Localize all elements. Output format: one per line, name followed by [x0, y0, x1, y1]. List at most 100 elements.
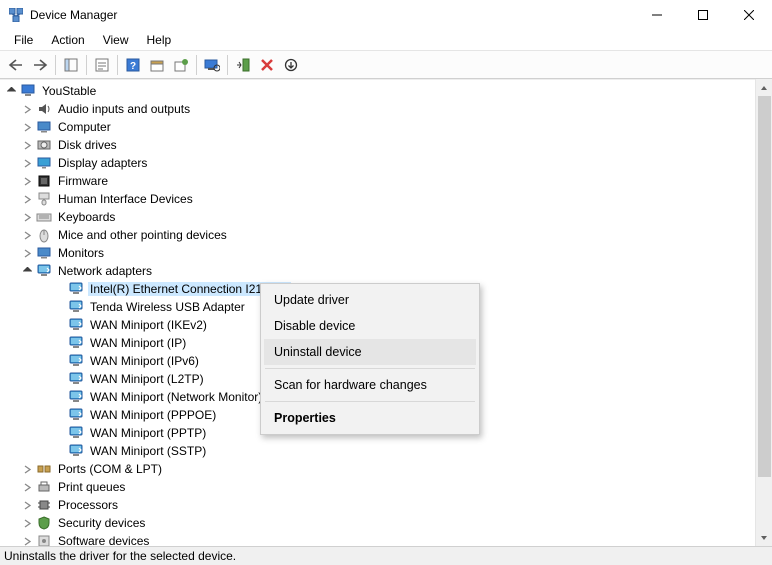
context-menu: Update driverDisable deviceUninstall dev… [260, 283, 480, 435]
network-adapter-icon [68, 353, 84, 369]
tree-category[interactable]: Display adapters [4, 154, 772, 172]
properties-button[interactable] [90, 54, 114, 76]
tree-category[interactable]: Print queues [4, 478, 772, 496]
svg-text:?: ? [130, 61, 136, 72]
tree-root[interactable]: YouStable [4, 82, 772, 100]
scroll-up-button[interactable] [756, 79, 772, 96]
tree-category-label: Computer [56, 120, 113, 134]
status-text: Uninstalls the driver for the selected d… [4, 549, 236, 563]
tree-category-label: Security devices [56, 516, 147, 530]
tree-device-label: WAN Miniport (IP) [88, 336, 188, 350]
forward-button[interactable] [28, 54, 52, 76]
tree-category[interactable]: Human Interface Devices [4, 190, 772, 208]
menu-bar: File Action View Help [0, 30, 772, 50]
chevron-right-icon[interactable] [20, 156, 34, 170]
scroll-thumb[interactable] [758, 96, 771, 477]
tree-category-label: Network adapters [56, 264, 154, 278]
tree-category[interactable]: Network adapters [4, 262, 772, 280]
monitor-icon [36, 245, 52, 261]
titlebar: Device Manager [0, 0, 772, 30]
help-button[interactable]: ? [121, 54, 145, 76]
status-bar: Uninstalls the driver for the selected d… [0, 546, 772, 565]
back-button[interactable] [4, 54, 28, 76]
network-adapter-icon [68, 425, 84, 441]
chevron-right-icon[interactable] [20, 102, 34, 116]
chevron-right-icon[interactable] [20, 246, 34, 260]
chevron-right-icon[interactable] [20, 192, 34, 206]
tree-device-label: WAN Miniport (SSTP) [88, 444, 208, 458]
window-controls [634, 0, 772, 30]
tree-category-label: Disk drives [56, 138, 119, 152]
tree-category[interactable]: Disk drives [4, 136, 772, 154]
context-menu-separator [265, 368, 475, 369]
software-icon [36, 533, 52, 546]
tree-category-label: Print queues [56, 480, 127, 494]
vertical-scrollbar[interactable] [755, 79, 772, 546]
chevron-right-icon[interactable] [20, 480, 34, 494]
tree-category-label: Software devices [56, 534, 151, 546]
tree-category[interactable]: Ports (COM & LPT) [4, 460, 772, 478]
chevron-right-icon[interactable] [20, 462, 34, 476]
uninstall-device-button[interactable] [255, 54, 279, 76]
action-button[interactable] [145, 54, 169, 76]
display-icon [36, 155, 52, 171]
tree-category[interactable]: Software devices [4, 532, 772, 546]
disable-device-button[interactable] [279, 54, 303, 76]
context-menu-item[interactable]: Update driver [264, 287, 476, 313]
close-button[interactable] [726, 0, 772, 30]
tree-device-label: WAN Miniport (IPv6) [88, 354, 201, 368]
tree-category[interactable]: Mice and other pointing devices [4, 226, 772, 244]
menu-help[interactable]: Help [139, 31, 180, 49]
show-hide-tree-button[interactable] [59, 54, 83, 76]
chevron-right-icon[interactable] [20, 138, 34, 152]
tree-category[interactable]: Audio inputs and outputs [4, 100, 772, 118]
scroll-down-button[interactable] [756, 529, 772, 546]
chevron-right-icon[interactable] [20, 534, 34, 546]
context-menu-item[interactable]: Disable device [264, 313, 476, 339]
scroll-track[interactable] [756, 96, 772, 529]
toolbar: ? [0, 51, 772, 79]
maximize-button[interactable] [680, 0, 726, 30]
context-menu-item[interactable]: Scan for hardware changes [264, 372, 476, 398]
minimize-button[interactable] [634, 0, 680, 30]
computer-icon [20, 83, 36, 99]
tree-device-label: Tenda Wireless USB Adapter [88, 300, 247, 314]
menu-view[interactable]: View [95, 31, 137, 49]
enable-device-button[interactable] [231, 54, 255, 76]
chevron-right-icon[interactable] [20, 174, 34, 188]
chevron-right-icon[interactable] [20, 228, 34, 242]
menu-file[interactable]: File [6, 31, 41, 49]
network-adapter-icon [68, 335, 84, 351]
tree-root-label: YouStable [40, 84, 98, 98]
tree-device[interactable]: WAN Miniport (SSTP) [4, 442, 772, 460]
tree-category[interactable]: Security devices [4, 514, 772, 532]
chevron-right-icon[interactable] [20, 210, 34, 224]
tree-category-label: Display adapters [56, 156, 149, 170]
cpu-icon [36, 497, 52, 513]
context-menu-item[interactable]: Properties [264, 405, 476, 431]
network-adapter-icon [68, 389, 84, 405]
context-menu-item[interactable]: Uninstall device [264, 339, 476, 365]
scan-hardware-button[interactable] [200, 54, 224, 76]
computer-icon [36, 119, 52, 135]
tree-category-label: Processors [56, 498, 120, 512]
tree-device-label: WAN Miniport (Network Monitor) [88, 390, 264, 404]
update-driver-button[interactable] [169, 54, 193, 76]
tree-category[interactable]: Processors [4, 496, 772, 514]
chevron-right-icon[interactable] [20, 120, 34, 134]
chevron-right-icon[interactable] [20, 498, 34, 512]
security-icon [36, 515, 52, 531]
chevron-right-icon[interactable] [20, 516, 34, 530]
tree-category[interactable]: Computer [4, 118, 772, 136]
firmware-icon [36, 173, 52, 189]
tree-category[interactable]: Keyboards [4, 208, 772, 226]
chevron-down-icon[interactable] [4, 84, 18, 98]
tree-device-label: WAN Miniport (PPTP) [88, 426, 208, 440]
tree-category[interactable]: Monitors [4, 244, 772, 262]
menu-action[interactable]: Action [43, 31, 92, 49]
tree-category[interactable]: Firmware [4, 172, 772, 190]
audio-icon [36, 101, 52, 117]
window-title: Device Manager [30, 8, 117, 22]
network-adapter-icon [68, 299, 84, 315]
chevron-down-icon[interactable] [20, 264, 34, 278]
